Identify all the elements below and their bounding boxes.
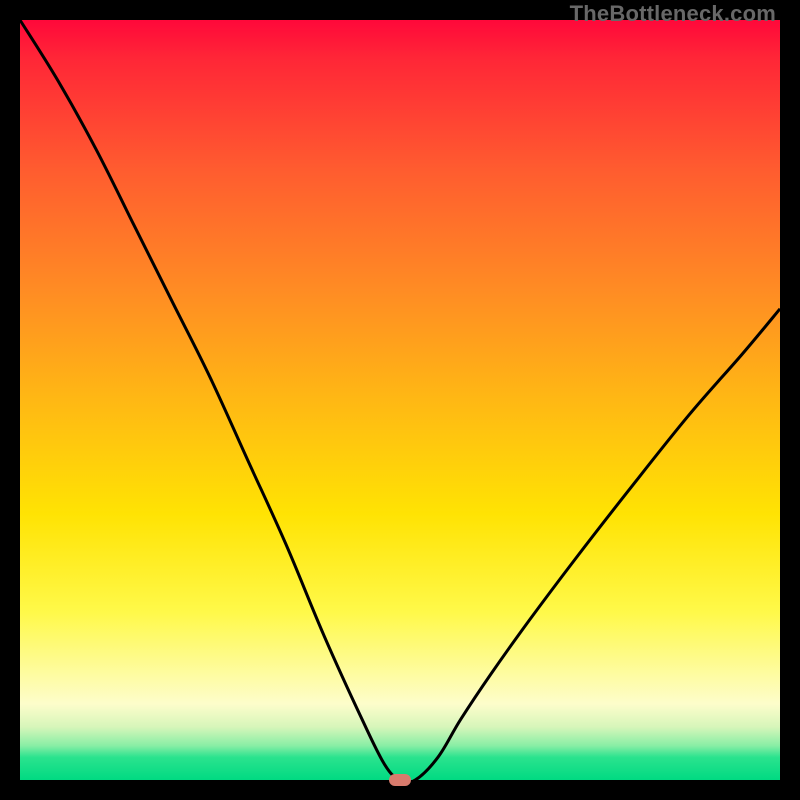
plot-area xyxy=(20,20,780,780)
bottleneck-curve xyxy=(20,20,780,780)
curve-path xyxy=(20,20,780,783)
optimum-marker xyxy=(389,774,411,786)
chart-frame: TheBottleneck.com xyxy=(0,0,800,800)
watermark-text: TheBottleneck.com xyxy=(570,1,776,27)
